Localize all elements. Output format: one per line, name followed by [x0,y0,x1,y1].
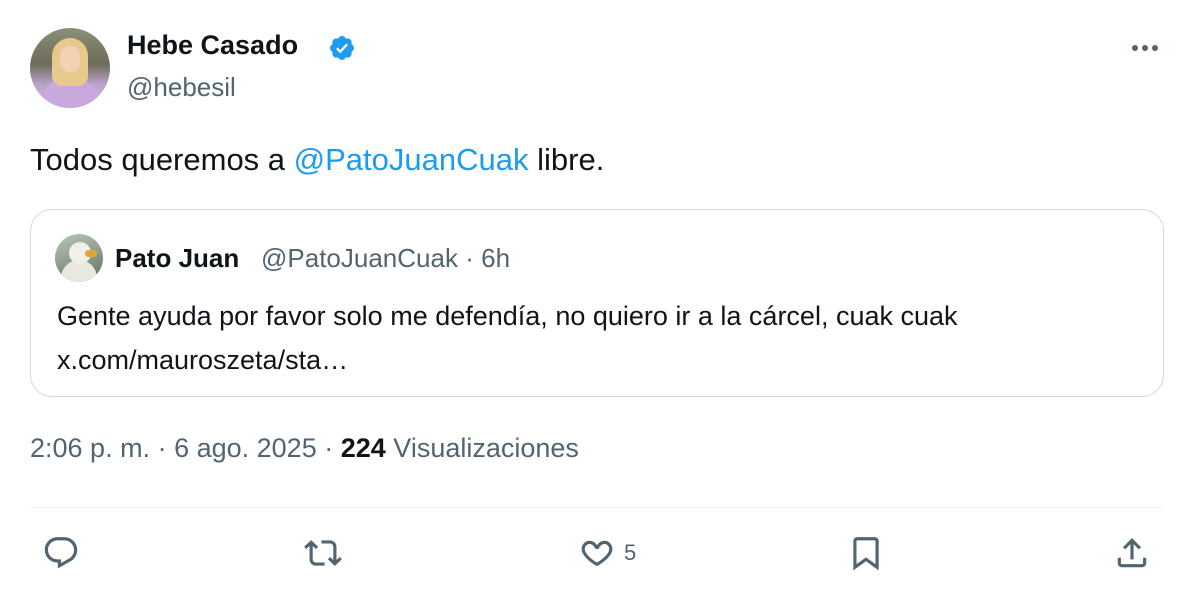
quoted-text-line: Gente ayuda por favor solo me defendía, … [57,301,958,331]
tweet-text: Todos queremos a @PatoJuanCuak libre. [30,142,604,178]
tweet-text-end: libre. [528,142,605,177]
bookmark-button[interactable] [847,533,885,573]
tweet-date[interactable]: 6 ago. 2025 [174,433,317,463]
share-button[interactable] [1113,533,1151,573]
reply-icon [44,537,78,569]
quoted-author-name: Pato Juan [115,243,240,273]
author-avatar[interactable] [30,28,110,108]
quoted-tweet[interactable]: Pato Juan @PatoJuanCuak · 6h Gente ayuda… [30,209,1164,397]
repost-icon [304,540,342,566]
share-icon [1117,538,1147,568]
views-label: Visualizaciones [393,433,579,463]
mention-link[interactable]: @PatoJuanCuak [294,142,529,177]
like-count: 5 [624,540,637,565]
repost-button[interactable] [304,533,342,573]
more-options-icon[interactable] [1125,36,1165,60]
quoted-tweet-text: Gente ayuda por favor solo me defendía, … [57,294,958,382]
quoted-author-meta: @PatoJuanCuak · 6h [261,243,510,274]
quoted-tweet-time: 6h [481,243,511,273]
reply-button[interactable] [42,533,80,573]
quoted-author-handle: @PatoJuanCuak [261,243,458,273]
tweet-text-start: Todos queremos a [30,142,294,177]
author-handle[interactable]: @hebesil [127,72,236,103]
bookmark-icon [853,537,879,571]
tweet-card: Hebe Casado @hebesil Todos queremos a @P… [0,0,1200,597]
author-name[interactable]: Hebe Casado [127,30,298,61]
quoted-link[interactable]: x.com/mauroszeta/sta… [57,338,958,382]
heart-icon [581,540,613,567]
quoted-author-avatar[interactable] [55,234,103,282]
tweet-meta: 2:06 p. m. · 6 ago. 2025 · 224 Visualiza… [30,433,579,463]
tweet-time[interactable]: 2:06 p. m. [30,433,150,463]
actions-divider [30,507,1164,508]
meta-separator: · [465,243,474,273]
like-button[interactable]: 5 [578,533,636,573]
verified-badge-icon[interactable] [328,34,356,62]
views-count: 224 [340,433,386,463]
